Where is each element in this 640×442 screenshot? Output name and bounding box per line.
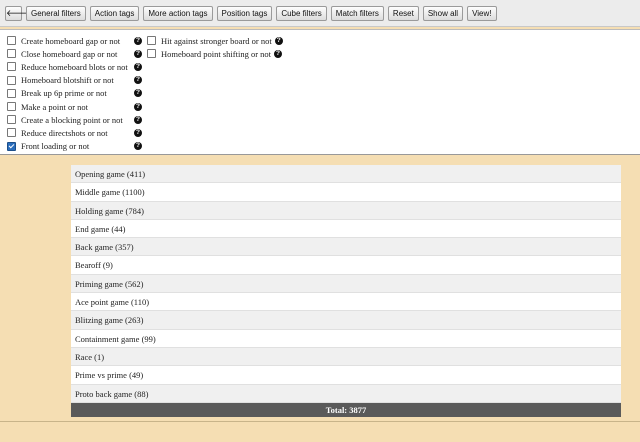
filter-make-a-point[interactable]: Make a point or not ? [7,100,145,113]
filter-homeboard-blotshift[interactable]: Homeboard blotshift or not ? [7,74,145,87]
checkbox[interactable] [7,36,16,46]
table-row-back-game[interactable]: Back game (357) [71,238,621,257]
filter-create-blocking-point[interactable]: Create a blocking point or not ? [7,113,145,126]
checkbox[interactable] [147,49,156,59]
help-icon[interactable]: ? [274,36,283,45]
help-icon[interactable]: ? [134,36,142,45]
view-button[interactable]: View! [467,5,497,21]
table-total: Total: 3877 [71,402,621,417]
table-row-proto-back-game[interactable]: Proto back game (88) [71,384,621,403]
table-row-race[interactable]: Race (1) [71,347,621,367]
filter-label: Reduce homeboard blots or not [21,61,128,72]
help-icon[interactable]: ? [134,102,142,111]
filter-front-loading[interactable]: Front loading or not ? [7,140,145,153]
filter-label: Front loading or not [21,141,90,152]
filter-create-homeboard-gap[interactable]: Create homeboard gap or not ? [7,34,145,47]
show-all-button[interactable]: Show all [422,5,464,21]
filter-close-homeboard-gap[interactable]: Close homeboard gap or not ? [7,47,145,60]
help-icon[interactable]: ? [134,49,142,58]
checkbox[interactable] [147,36,156,46]
table-row-ace-point-game[interactable]: Ace point game (110) [71,293,621,312]
help-icon[interactable]: ? [134,128,142,137]
filter-label: Close homeboard gap or not [21,48,118,59]
checkbox[interactable] [7,128,16,138]
reset-button[interactable]: Reset [387,5,419,21]
checkbox[interactable] [7,102,16,112]
general-filters-button[interactable]: General filters [26,5,86,21]
filters-right-column: Hit against stronger board or not ? Home… [147,34,307,60]
filter-label: Reduce directshots or not [21,127,108,138]
action-tag-filters-panel: Create homeboard gap or not ? Close home… [0,29,640,155]
filter-label: Hit against stronger board or not [161,35,272,46]
filter-label: Break up 6p prime or not [21,88,107,99]
table-row-end-game[interactable]: End game (44) [71,219,621,239]
help-icon[interactable]: ? [134,89,142,98]
filter-break-up-6p-prime[interactable]: Break up 6p prime or not ? [7,87,145,100]
table-row-containment-game[interactable]: Containment game (99) [71,329,621,348]
filter-label: Make a point or not [21,101,89,112]
checkbox[interactable] [7,115,16,125]
checkbox[interactable] [7,62,16,72]
help-icon[interactable]: ? [134,76,142,85]
checkbox[interactable] [7,88,16,98]
filter-hit-against-stronger-board[interactable]: Hit against stronger board or not ? [147,34,307,47]
filter-label: Homeboard point shifting or not [161,48,272,59]
filter-homeboard-point-shifting[interactable]: Homeboard point shifting or not ? [147,47,307,60]
help-icon[interactable]: ? [134,142,142,151]
match-filters-button[interactable]: Match filters [330,5,384,21]
checkbox[interactable] [7,75,16,85]
filter-label: Create homeboard gap or not [21,35,121,46]
table-row-bearoff[interactable]: Bearoff (9) [71,256,621,275]
table-row-opening-game[interactable]: Opening game (411) [71,165,621,184]
more-action-tags-button[interactable]: More action tags [143,5,213,21]
checkbox-checked[interactable] [7,141,16,151]
filter-reduce-directshots[interactable]: Reduce directshots or not ? [7,126,145,139]
footer-divider [0,421,640,422]
filter-label: Homeboard blotshift or not [21,75,114,86]
table-row-prime-vs-prime[interactable]: Prime vs prime (49) [71,366,621,385]
game-type-table: Opening game (411) Middle game (1100) Ho… [71,165,621,417]
table-row-middle-game[interactable]: Middle game (1100) [71,183,621,202]
filter-reduce-homeboard-blots[interactable]: Reduce homeboard blots or not ? [7,60,145,73]
filters-left-column: Create homeboard gap or not ? Close home… [7,34,145,153]
table-row-priming-game[interactable]: Priming game (562) [71,274,621,294]
toolbar: 🡐 General filters Action tags More actio… [0,0,640,27]
help-icon[interactable]: ? [274,49,283,58]
help-icon[interactable]: ? [134,115,142,124]
checkbox[interactable] [7,49,16,59]
action-tags-button[interactable]: Action tags [89,5,140,21]
table-row-holding-game[interactable]: Holding game (784) [71,201,621,220]
back-button[interactable]: 🡐 [5,5,30,21]
table-row-blitzing-game[interactable]: Blitzing game (263) [71,311,621,330]
cube-filters-button[interactable]: Cube filters [276,5,327,21]
filter-label: Create a blocking point or not [21,114,123,125]
position-tags-button[interactable]: Position tags [216,5,273,21]
help-icon[interactable]: ? [134,62,142,71]
